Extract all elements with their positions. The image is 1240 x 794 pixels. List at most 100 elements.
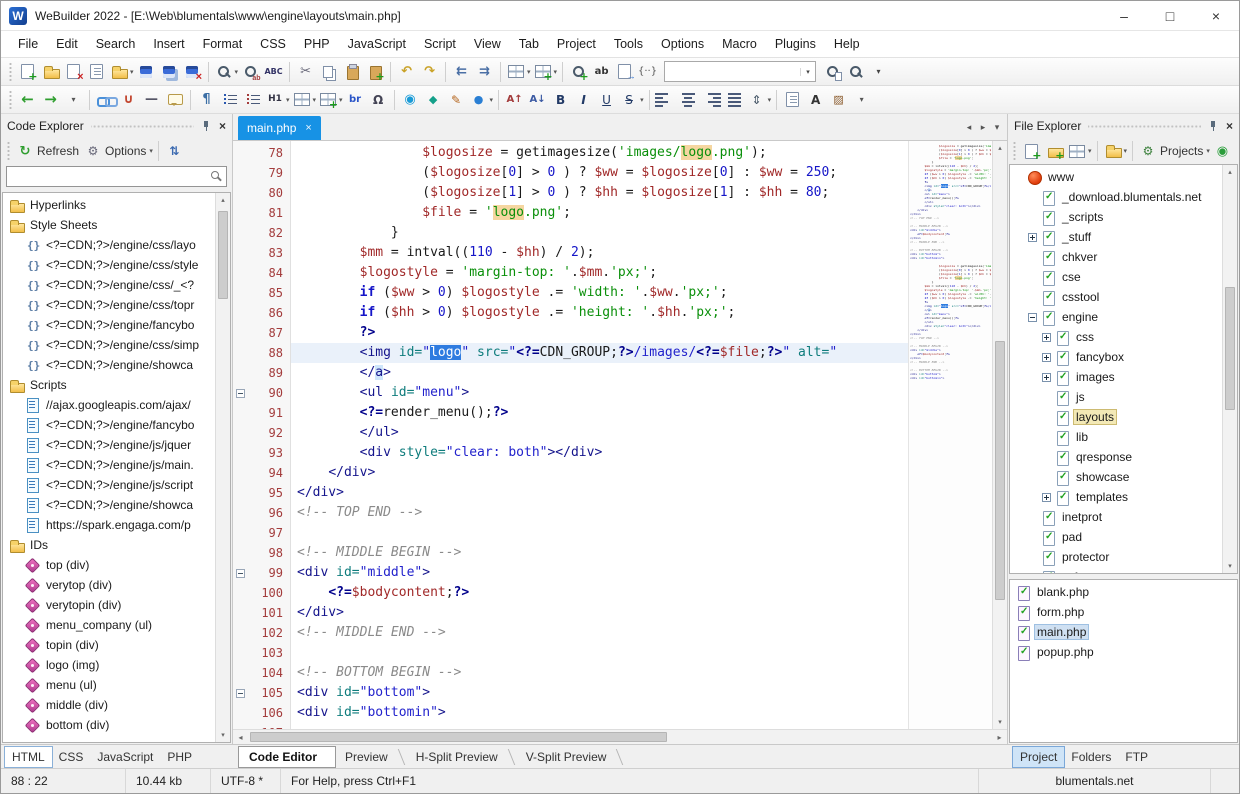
new-file-button[interactable] <box>16 60 39 84</box>
tree-item[interactable]: <?=CDN;?>/engine/showca <box>3 355 215 375</box>
tab-v-split-preview[interactable]: V-Split Preview <box>516 747 625 767</box>
tree-item[interactable]: layouts <box>1010 407 1222 427</box>
code-line-82[interactable]: } <box>291 223 908 243</box>
menu-item-javascript[interactable]: JavaScript <box>339 33 415 55</box>
code-snippets-button[interactable]: {··} <box>636 60 659 84</box>
code-line-104[interactable]: <!-- BOTTOM BEGIN --> <box>291 663 908 683</box>
tree-item[interactable]: _stuff <box>1010 227 1222 247</box>
decrease-font-button[interactable]: A↓ <box>526 88 549 112</box>
code-line-83[interactable]: $mm = intval((110 - $hh) / 2); <box>291 243 908 263</box>
save-all-button[interactable] <box>158 60 181 84</box>
tab-folders[interactable]: Folders <box>1064 747 1118 767</box>
code-line-91[interactable]: <?=render_menu();?> <box>291 403 908 423</box>
cut-button[interactable]: ✂ <box>294 60 317 84</box>
editor-layout-button[interactable]: ▾ <box>532 60 559 84</box>
code-line-92[interactable]: </ul> <box>291 423 908 443</box>
tab-project[interactable]: Project <box>1013 747 1064 767</box>
align-left-button[interactable] <box>654 88 677 112</box>
tree-item[interactable]: www <box>1010 167 1222 187</box>
line-spacing-button[interactable]: ⇕▾ <box>746 88 773 112</box>
file-item[interactable]: main.php <box>1010 622 1237 642</box>
refresh-button[interactable]: ↻Refresh <box>14 139 82 163</box>
find-in-files-button[interactable] <box>567 60 590 84</box>
expand-icon[interactable] <box>1042 353 1051 362</box>
tab-javascript[interactable]: JavaScript <box>90 747 160 767</box>
code-line-100[interactable]: <?=$bodycontent;?> <box>291 583 908 603</box>
fx-view-mode-button[interactable]: ▾ <box>1066 139 1093 163</box>
fx-new-folder-button[interactable] <box>1043 139 1066 163</box>
menu-item-insert[interactable]: Insert <box>144 33 193 55</box>
tree-item[interactable]: scfactory <box>1010 567 1222 573</box>
pin-icon[interactable] <box>1208 120 1219 132</box>
code-explorer-scrollbar[interactable]: ▴ ▾ <box>215 193 230 742</box>
code-explorer-close-icon[interactable]: × <box>219 119 226 133</box>
tab-php[interactable]: PHP <box>160 747 199 767</box>
tree-item[interactable]: _scripts <box>1010 207 1222 227</box>
italic-button[interactable]: I <box>572 88 595 112</box>
replace-button[interactable] <box>239 60 262 84</box>
tab-preview[interactable]: Preview <box>335 747 406 767</box>
find-button[interactable]: ▾ <box>213 60 240 84</box>
tree-item[interactable]: verytopin (div) <box>3 595 215 615</box>
scrollbar-thumb[interactable] <box>1225 287 1235 409</box>
code-line-106[interactable]: <div id="bottomin"> <box>291 703 908 723</box>
strikethrough-button[interactable]: S▾ <box>618 88 645 112</box>
scroll-down-icon[interactable]: ▾ <box>993 715 1007 729</box>
menu-item-search[interactable]: Search <box>87 33 145 55</box>
nav-back-button[interactable]: ← <box>16 88 39 112</box>
tag-inspector-button[interactable]: ◆ <box>422 88 445 112</box>
tree-item[interactable]: Hyperlinks <box>3 195 215 215</box>
menu-item-options[interactable]: Options <box>652 33 713 55</box>
insert-symbol-button[interactable]: Ω <box>367 88 390 112</box>
menu-item-php[interactable]: PHP <box>295 33 339 55</box>
maximize-button[interactable]: □ <box>1147 1 1193 30</box>
align-justify-button[interactable] <box>723 88 746 112</box>
tree-item[interactable]: middle (div) <box>3 695 215 715</box>
combo-dropdown-icon[interactable]: ▾ <box>800 68 815 76</box>
menu-item-view[interactable]: View <box>465 33 510 55</box>
align-center-button[interactable] <box>677 88 700 112</box>
save-close-button[interactable] <box>181 60 204 84</box>
table-tools-button[interactable]: ▾ <box>317 88 344 112</box>
insert-paragraph-button[interactable]: ¶ <box>195 88 218 112</box>
options-button[interactable]: ⚙Options▾ <box>82 139 154 163</box>
insert-comment-button[interactable] <box>163 88 186 112</box>
highlight-color-button[interactable]: ▨ <box>827 88 850 112</box>
code-line-88[interactable]: <img id="logo" src="<?=CDN_GROUP;?>/imag… <box>291 343 908 363</box>
code-line-87[interactable]: ?> <box>291 323 908 343</box>
tree-item[interactable]: <?=CDN;?>/engine/css/style <box>3 255 215 275</box>
file-explorer-scrollbar[interactable]: ▴ ▾ <box>1222 165 1237 573</box>
scroll-right-icon[interactable]: ▸ <box>992 733 1007 742</box>
tree-item[interactable]: top (div) <box>3 555 215 575</box>
tree-item[interactable]: css <box>1010 327 1222 347</box>
bold-button[interactable]: B <box>549 88 572 112</box>
pin-icon[interactable] <box>201 120 212 132</box>
fx-projects-button[interactable]: ⚙Projects▾ <box>1137 139 1211 163</box>
tree-item[interactable]: templates <box>1010 487 1222 507</box>
menu-item-css[interactable]: CSS <box>251 33 295 55</box>
insert-hr-button[interactable]: — <box>140 88 163 112</box>
tree-item[interactable]: <?=CDN;?>/engine/fancybo <box>3 415 215 435</box>
tree-item[interactable]: fancybox <box>1010 347 1222 367</box>
tree-item[interactable]: protector <box>1010 547 1222 567</box>
fx-browse-sync-button[interactable]: ◉ <box>1211 139 1234 163</box>
open-file-button[interactable] <box>39 60 62 84</box>
unindent-button[interactable]: ⇇ <box>450 60 473 84</box>
tree-item[interactable]: https://spark.engaga.com/p <box>3 515 215 535</box>
collapse-icon[interactable] <box>1028 313 1037 322</box>
color-picker-button[interactable]: ●▾ <box>468 88 495 112</box>
expand-icon[interactable] <box>1042 333 1051 342</box>
tree-item[interactable]: verytop (div) <box>3 575 215 595</box>
menu-item-plugins[interactable]: Plugins <box>766 33 825 55</box>
code-line-84[interactable]: $logostyle = 'margin-top: '.$mm.'px;'; <box>291 263 908 283</box>
code-line-78[interactable]: $logosize = getimagesize('images/logo.pn… <box>291 143 908 163</box>
indent-button[interactable]: ⇉ <box>473 60 496 84</box>
tree-item[interactable]: engine <box>1010 307 1222 327</box>
code-line-79[interactable]: ($logosize[0] > 0 ) ? $ww = $logosize[0]… <box>291 163 908 183</box>
nav-forward-button[interactable]: → <box>39 88 62 112</box>
tree-item[interactable]: cse <box>1010 267 1222 287</box>
menu-item-script[interactable]: Script <box>415 33 465 55</box>
insert-br-button[interactable]: br <box>344 88 367 112</box>
nav-history-button[interactable]: ▾ <box>62 88 85 112</box>
code-sweeper-button[interactable]: ✎ <box>445 88 468 112</box>
